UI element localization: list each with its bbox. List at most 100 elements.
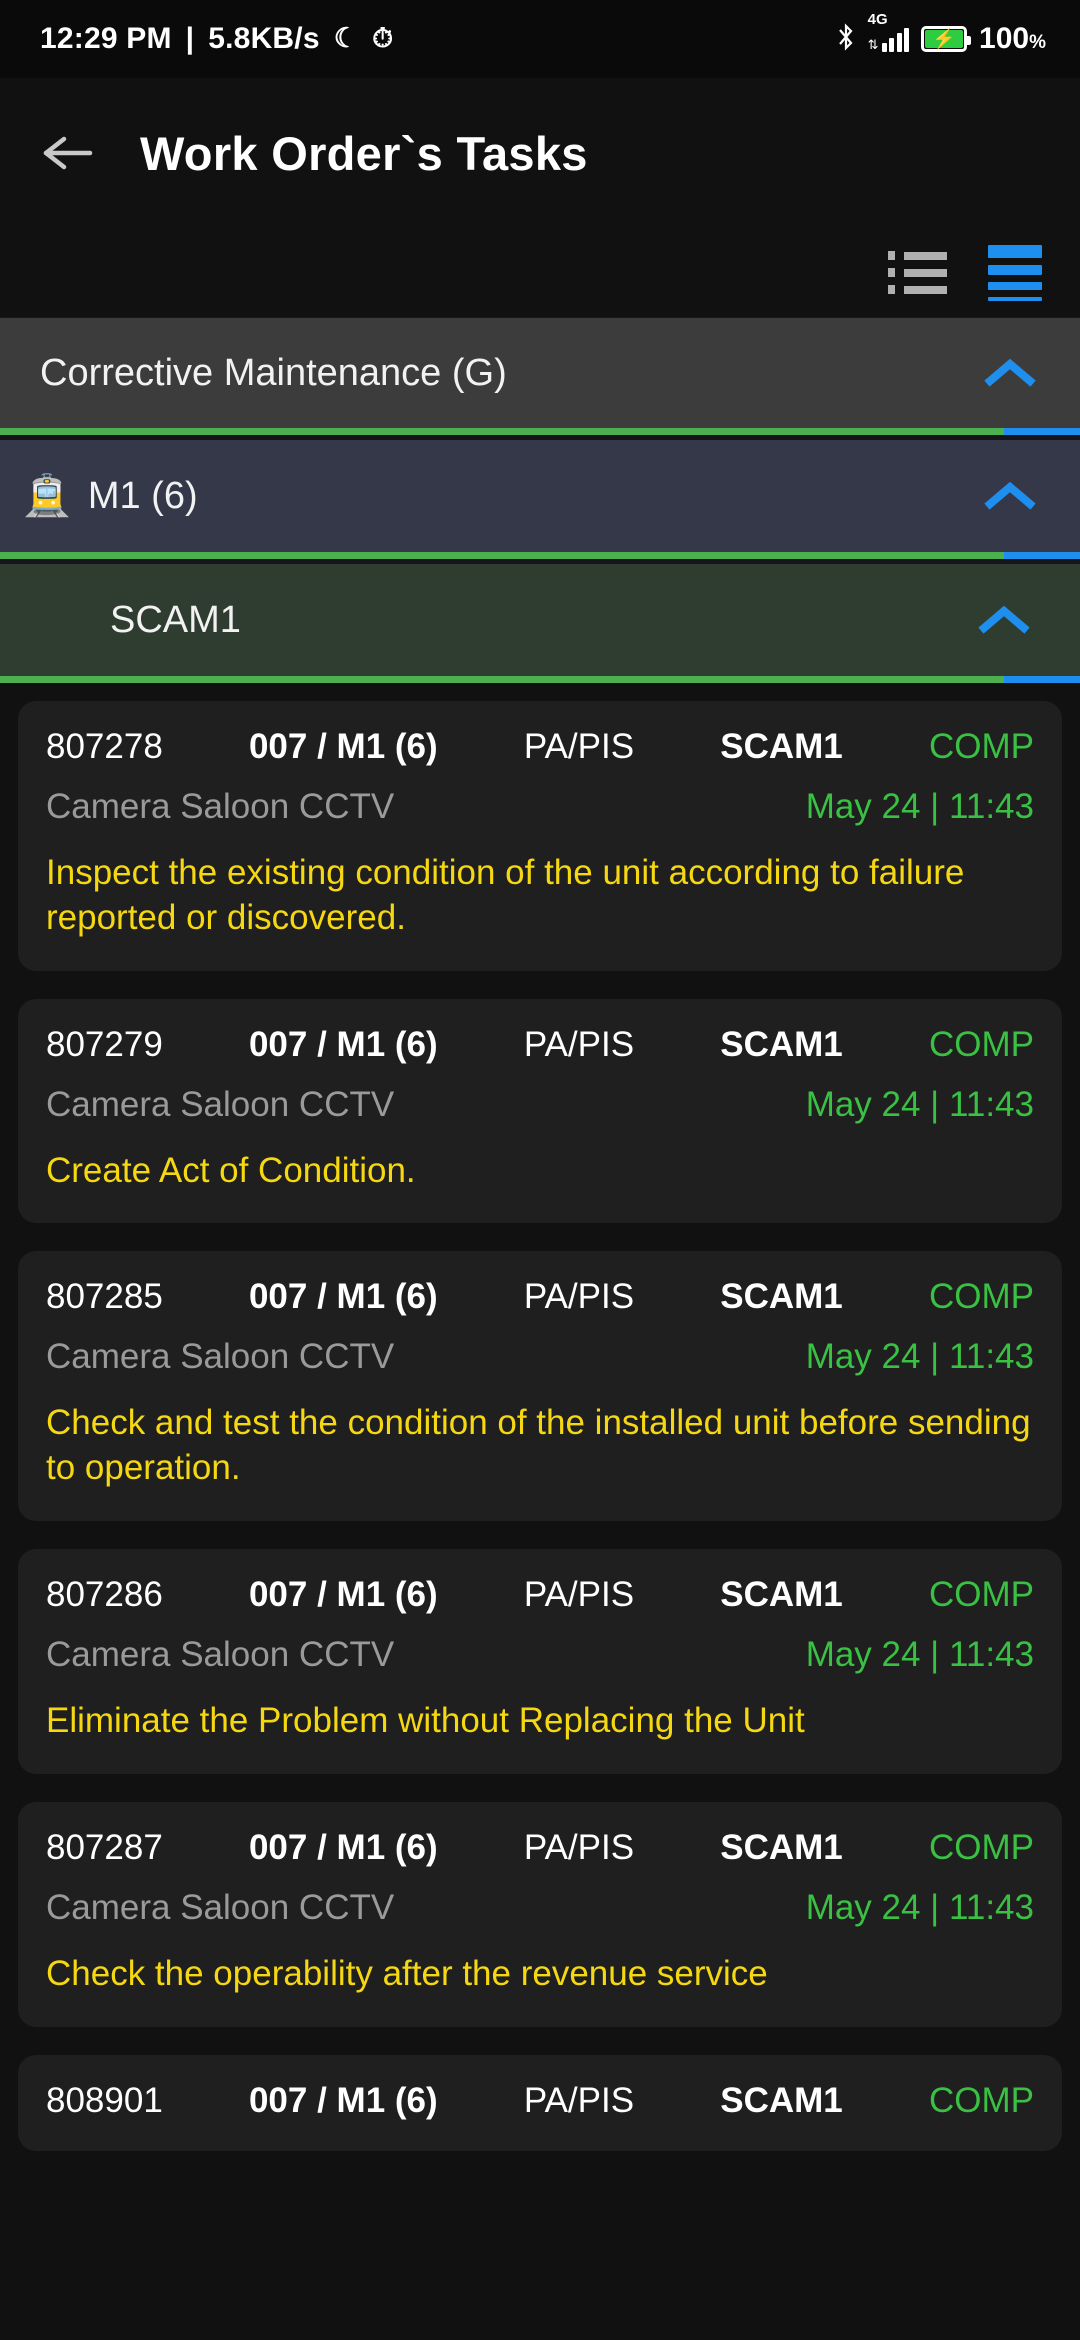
dense-bar-icon	[988, 281, 1042, 290]
task-unit: 007 / M1 (6)	[248, 1574, 438, 1614]
list-row	[887, 285, 947, 294]
page-title: Work Order`s Tasks	[140, 126, 588, 180]
task-date: May 24 | 11:43	[805, 1634, 1034, 1674]
battery-charging-icon: ⚡	[921, 26, 972, 52]
line-icon	[903, 285, 947, 294]
task-card[interactable]: 807287 007 / M1 (6) PA/PIS SCAM1 COMP Ca…	[18, 1801, 1062, 2027]
task-list[interactable]: 807278 007 / M1 (6) PA/PIS SCAM1 COMP Ca…	[0, 683, 1080, 2151]
moon-icon: ☾	[333, 22, 359, 53]
list-view-button[interactable]	[886, 244, 948, 302]
task-description: Inspect the existing condition of the un…	[46, 853, 965, 937]
task-card-header: 807279 007 / M1 (6) PA/PIS SCAM1 COMP	[46, 1025, 1034, 1065]
group2-progress-bar	[0, 552, 1080, 559]
battery-percent: 100%	[979, 22, 1046, 55]
view-toggle-toolbar	[0, 228, 1080, 318]
task-system: PA/PIS	[523, 1277, 635, 1317]
group-header-left: SCAM1	[110, 599, 241, 642]
dense-bar-icon	[988, 264, 1042, 275]
back-arrow-glyph	[43, 136, 93, 170]
task-card[interactable]: 807285 007 / M1 (6) PA/PIS SCAM1 COMP Ca…	[18, 1251, 1062, 1521]
group-header-scam1[interactable]: SCAM1	[0, 564, 1080, 676]
task-id: 807287	[46, 1827, 163, 1867]
task-equipment: Camera Saloon CCTV	[46, 1084, 395, 1124]
tram-icon: 🚊	[22, 474, 72, 518]
group-header-corrective-maintenance[interactable]: Corrective Maintenance (G)	[0, 318, 1080, 428]
status-bar: 12:29 PM | 5.8KB/s ☾ ⏱ 4G ⇅ ⚡ 100%	[0, 0, 1080, 78]
task-card-header: 807287 007 / M1 (6) PA/PIS SCAM1 COMP	[46, 1828, 1034, 1868]
task-system: PA/PIS	[523, 1827, 635, 1867]
task-card[interactable]: 807279 007 / M1 (6) PA/PIS SCAM1 COMP Ca…	[18, 998, 1062, 1224]
chevron-up-icon[interactable]	[984, 356, 1036, 390]
task-status-badge: COMP	[928, 1277, 1034, 1317]
task-unit: 007 / M1 (6)	[248, 2080, 438, 2120]
task-card-meta: Camera Saloon CCTV May 24 | 11:43	[46, 1888, 1034, 1928]
task-code: SCAM1	[720, 1574, 843, 1614]
chevron-up-icon[interactable]	[984, 479, 1036, 513]
list-row	[887, 251, 947, 260]
group-label: M1 (6)	[87, 474, 198, 517]
progress-green	[0, 552, 1005, 559]
line-icon	[903, 251, 947, 260]
signal-bars	[881, 26, 910, 52]
task-system: PA/PIS	[523, 2080, 635, 2120]
group1-progress-bar	[0, 428, 1080, 435]
bluetooth-glyph	[838, 22, 853, 51]
task-unit: 007 / M1 (6)	[248, 727, 438, 766]
task-description: Create Act of Condition.	[46, 1150, 416, 1190]
task-status-badge: COMP	[928, 727, 1034, 766]
back-arrow-icon[interactable]	[40, 125, 96, 181]
group-header-left: 🚊 M1 (6)	[22, 475, 198, 518]
task-card-header: 807286 007 / M1 (6) PA/PIS SCAM1 COMP	[46, 1575, 1034, 1615]
task-unit: 007 / M1 (6)	[248, 1024, 438, 1064]
task-id: 807278	[46, 727, 163, 766]
task-card-header: 808901 007 / M1 (6) PA/PIS SCAM1 COMP	[46, 2081, 1034, 2121]
group-header-m1[interactable]: 🚊 M1 (6)	[0, 440, 1080, 552]
network-speed: 5.8KB/s	[208, 22, 320, 55]
group3-progress-bar	[0, 676, 1080, 683]
group-label: Corrective Maintenance (G)	[40, 351, 507, 394]
task-card[interactable]: 807278 007 / M1 (6) PA/PIS SCAM1 COMP Ca…	[18, 701, 1062, 971]
task-card[interactable]: 807286 007 / M1 (6) PA/PIS SCAM1 COMP Ca…	[18, 1548, 1062, 1774]
task-system: PA/PIS	[523, 1024, 635, 1064]
data-transfer-icon: ⇅	[867, 37, 879, 52]
dense-bar-icon	[988, 244, 1042, 258]
dense-bar-icon	[988, 296, 1042, 301]
progress-blue	[1004, 676, 1080, 683]
task-equipment: Camera Saloon CCTV	[46, 787, 395, 826]
task-status-badge: COMP	[928, 2080, 1034, 2120]
group-label: SCAM1	[110, 598, 241, 641]
task-date: May 24 | 11:43	[805, 787, 1034, 826]
task-equipment: Camera Saloon CCTV	[46, 1887, 395, 1927]
charging-bolt-icon: ⚡	[932, 28, 956, 50]
chevron-up-icon[interactable]	[978, 603, 1030, 637]
task-id: 808901	[46, 2080, 163, 2120]
task-card-meta: Camera Saloon CCTV May 24 | 11:43	[46, 787, 1034, 827]
task-card-meta: Camera Saloon CCTV May 24 | 11:43	[46, 1337, 1034, 1377]
task-description: Check and test the condition of the inst…	[46, 1403, 1031, 1488]
list-row	[887, 268, 947, 277]
task-id: 807279	[46, 1024, 163, 1064]
task-code: SCAM1	[720, 1827, 843, 1867]
bullet-icon	[887, 251, 895, 260]
task-card[interactable]: 808901 007 / M1 (6) PA/PIS SCAM1 COMP	[18, 2054, 1062, 2151]
task-date: May 24 | 11:43	[805, 1887, 1034, 1927]
task-system: PA/PIS	[523, 727, 635, 766]
progress-green	[0, 428, 1005, 435]
progress-blue	[1004, 552, 1080, 559]
status-separator: |	[185, 22, 195, 55]
network-type-label: 4G	[867, 11, 888, 28]
status-bar-left: 12:29 PM | 5.8KB/s ☾ ⏱	[40, 22, 393, 56]
chevron-up-glyph	[984, 481, 1036, 510]
bluetooth-icon	[836, 22, 856, 57]
app-screen: 12:29 PM | 5.8KB/s ☾ ⏱ 4G ⇅ ⚡ 100% Work …	[0, 0, 1080, 2340]
dense-view-button[interactable]	[984, 244, 1046, 302]
task-card-meta: Camera Saloon CCTV May 24 | 11:43	[46, 1635, 1034, 1675]
task-date: May 24 | 11:43	[805, 1084, 1034, 1124]
group-header-left: Corrective Maintenance (G)	[40, 352, 507, 395]
task-id: 807285	[46, 1277, 163, 1317]
task-card-header: 807285 007 / M1 (6) PA/PIS SCAM1 COMP	[46, 1277, 1034, 1317]
task-description: Eliminate the Problem without Replacing …	[46, 1700, 805, 1740]
task-code: SCAM1	[720, 1024, 843, 1064]
status-time: 12:29 PM	[40, 22, 172, 55]
task-equipment: Camera Saloon CCTV	[46, 1634, 395, 1674]
